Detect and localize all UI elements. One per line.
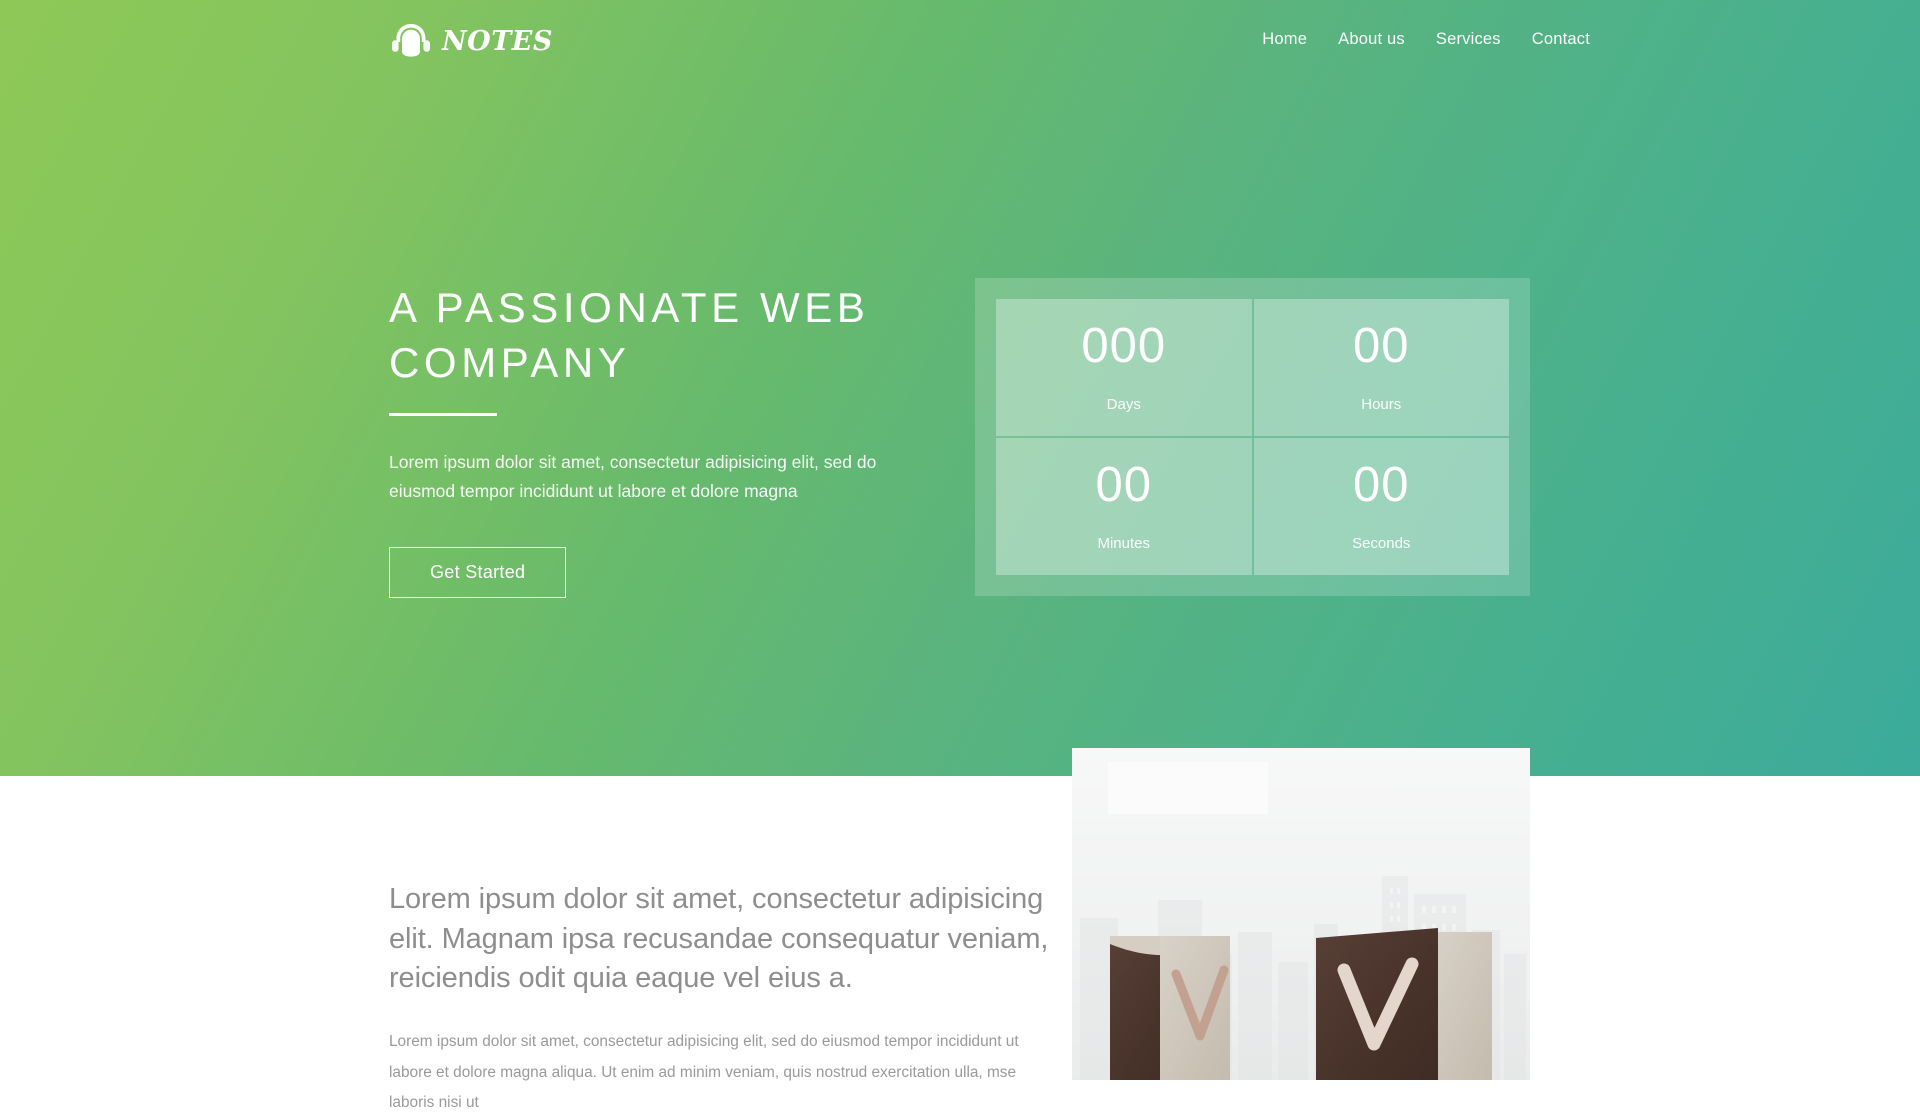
countdown-minutes-label: Minutes — [1097, 535, 1151, 552]
nav-item: Contact — [1532, 30, 1590, 49]
about-lead-text: Lorem ipsum dolor sit amet, consectetur … — [389, 883, 1049, 995]
nav-link-contact[interactable]: Contact — [1532, 30, 1590, 48]
about-section: Lorem ipsum dolor sit amet, consectetur … — [0, 748, 1920, 1111]
countdown-days-label: Days — [1106, 396, 1141, 413]
countdown-days: 000 Days — [996, 299, 1252, 436]
nav-link-services[interactable]: Services — [1436, 30, 1501, 48]
countdown-minutes-value: 00 — [1095, 458, 1152, 512]
main-navbar: NOTES Home About us Services Contact — [0, 0, 1920, 92]
hero-divider — [389, 412, 497, 416]
nav-link-home[interactable]: Home — [1262, 30, 1307, 48]
countdown-days-value: 000 — [1081, 319, 1167, 373]
countdown-hours-value: 00 — [1352, 319, 1410, 373]
countdown-seconds-value: 00 — [1352, 458, 1410, 512]
nav-item: About us — [1338, 30, 1405, 49]
countdown-seconds: 00 Seconds — [1253, 438, 1509, 575]
countdown-minutes: 00 Minutes — [996, 438, 1252, 575]
brand-name: NOTES — [442, 25, 553, 57]
headphones-icon — [389, 18, 433, 62]
hero-text-block: A PASSIONATE WEB COMPANY Lorem ipsum dol… — [389, 272, 949, 598]
hero-title: A PASSIONATE WEB COMPANY — [389, 284, 870, 387]
countdown-seconds-label: Seconds — [1352, 535, 1411, 552]
get-started-button[interactable]: Get Started — [389, 546, 567, 598]
hero-subtitle: Lorem ipsum dolor sit amet, consectetur … — [389, 451, 877, 501]
brand-logo[interactable]: NOTES — [389, 18, 553, 62]
about-text-block: Lorem ipsum dolor sit amet, consectetur … — [389, 880, 1049, 1119]
about-body-text: Lorem ipsum dolor sit amet, consectetur … — [389, 1033, 1019, 1112]
nav-item: Home — [1262, 30, 1307, 49]
nav-links: Home About us Services Contact — [1262, 30, 1590, 49]
countdown-hours: 00 Hours — [1253, 299, 1509, 436]
nav-link-about-us[interactable]: About us — [1338, 30, 1405, 48]
about-image — [1072, 748, 1530, 1080]
countdown-widget: 000 Days 00 Hours 00 Minutes 00 Seconds — [975, 278, 1530, 596]
hero-section: NOTES Home About us Services Contact A P… — [0, 0, 1920, 776]
countdown-grid: 000 Days 00 Hours 00 Minutes 00 Seconds — [996, 299, 1509, 575]
nav-item: Services — [1436, 30, 1501, 49]
countdown-hours-label: Hours — [1361, 396, 1402, 413]
